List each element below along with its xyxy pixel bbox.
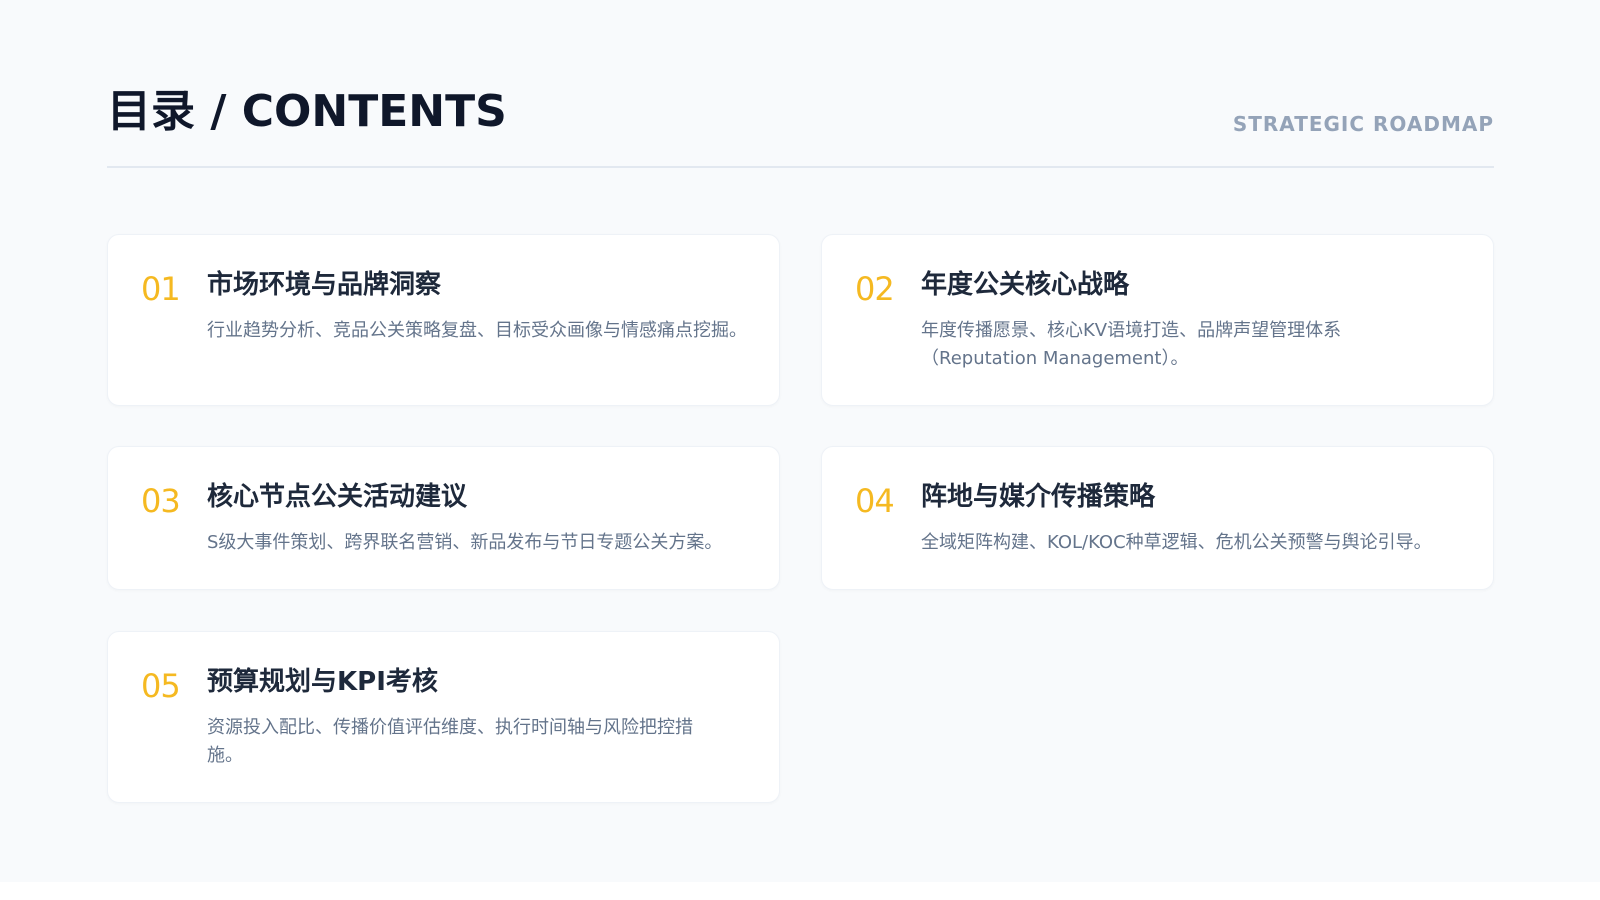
- item-description: 全域矩阵构建、KOL/KOC种草逻辑、危机公关预警与舆论引导。: [921, 532, 1432, 553]
- item-description: 资源投入配比、传播价值评估维度、执行时间轴与风险把控措施。: [207, 717, 693, 766]
- contents-item-02: 02 年度公关核心战略 年度传播愿景、核心KV语境打造、品牌声望管理体系（Rep…: [821, 234, 1494, 406]
- item-title: 阵地与媒介传播策略: [921, 482, 1156, 512]
- page-subtitle: STRATEGIC ROADMAP: [1232, 112, 1494, 136]
- slide: 目录 / CONTENTS STRATEGIC ROADMAP 01 市场环境与…: [0, 0, 1600, 882]
- item-title: 核心节点公关活动建议: [207, 482, 468, 512]
- contents-item-04: 04 阵地与媒介传播策略 全域矩阵构建、KOL/KOC种草逻辑、危机公关预警与舆…: [821, 446, 1494, 590]
- item-number: 01: [141, 270, 181, 308]
- item-number: 05: [141, 667, 181, 705]
- item-number: 02: [855, 270, 895, 308]
- item-title: 年度公关核心战略: [921, 270, 1130, 300]
- item-number: 03: [141, 482, 181, 520]
- item-description: S级大事件策划、跨界联名营销、新品发布与节日专题公关方案。: [207, 532, 723, 553]
- item-description: 行业趋势分析、竞品公关策略复盘、目标受众画像与情感痛点挖掘。: [207, 320, 747, 341]
- item-description: 年度传播愿景、核心KV语境打造、品牌声望管理体系（Reputation Mana…: [921, 320, 1342, 369]
- item-title: 市场环境与品牌洞察: [207, 270, 442, 300]
- item-number: 04: [855, 482, 895, 520]
- header: 目录 / CONTENTS STRATEGIC ROADMAP: [107, 70, 1494, 168]
- page-title: 目录 / CONTENTS: [107, 86, 507, 137]
- contents-item-03: 03 核心节点公关活动建议 S级大事件策划、跨界联名营销、新品发布与节日专题公关…: [107, 446, 780, 590]
- contents-item-05: 05 预算规划与KPI考核 资源投入配比、传播价值评估维度、执行时间轴与风险把控…: [107, 631, 780, 803]
- item-title: 预算规划与KPI考核: [207, 667, 438, 697]
- contents-item-01: 01 市场环境与品牌洞察 行业趋势分析、竞品公关策略复盘、目标受众画像与情感痛点…: [107, 234, 780, 406]
